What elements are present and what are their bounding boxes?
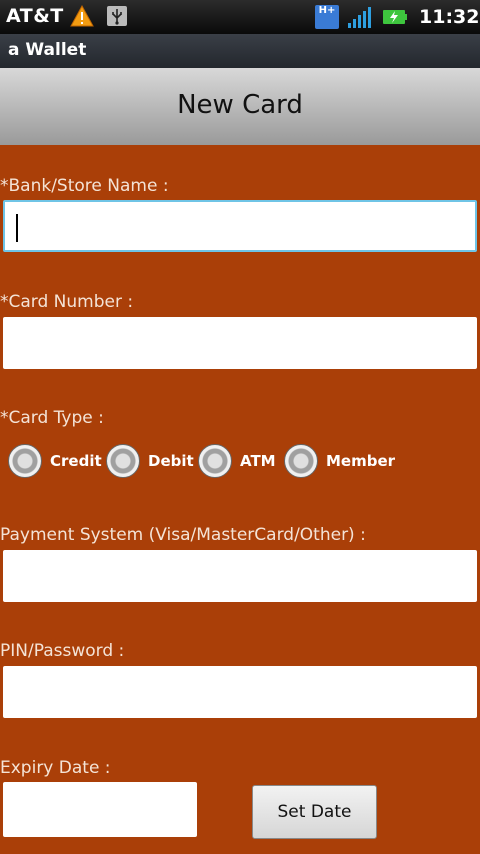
radio-button-icon (8, 444, 42, 478)
battery-charging-icon (383, 10, 407, 24)
bank-name-input[interactable] (3, 200, 477, 252)
card-type-credit-label: Credit (50, 452, 102, 470)
card-type-debit-label: Debit (148, 452, 194, 470)
pin-label: PIN/Password : (0, 641, 125, 661)
radio-button-icon (198, 444, 232, 478)
card-number-label: *Card Number : (0, 292, 134, 312)
signal-icon (348, 7, 371, 28)
radio-button-icon (284, 444, 318, 478)
usb-icon (107, 6, 127, 26)
payment-system-input[interactable] (3, 550, 477, 602)
status-bar: AT&T H+ 11:32 (0, 0, 480, 34)
clock: 11:32 (419, 6, 480, 28)
carrier-name: AT&T (6, 5, 64, 27)
network-type: H+ (318, 5, 336, 16)
bank-name-label: *Bank/Store Name : (0, 176, 169, 196)
page-title: New Card (177, 90, 303, 120)
card-type-member-label: Member (326, 452, 396, 470)
warning-icon (70, 5, 94, 27)
app-title-bar: a Wallet (0, 34, 480, 69)
page-header: New Card (0, 68, 480, 145)
radio-button-icon (106, 444, 140, 478)
card-type-atm-label: ATM (240, 452, 276, 470)
card-type-label: *Card Type : (0, 408, 104, 428)
app-title: a Wallet (8, 40, 87, 60)
card-number-input[interactable] (3, 317, 477, 369)
new-card-form: *Bank/Store Name : *Card Number : *Card … (0, 145, 480, 854)
pin-input[interactable] (3, 666, 477, 718)
set-date-button[interactable]: Set Date (252, 785, 377, 839)
hplus-network-icon: H+ (315, 5, 339, 29)
text-cursor (16, 214, 18, 242)
expiry-date-input[interactable] (3, 782, 197, 837)
payment-system-label: Payment System (Visa/MasterCard/Other) : (0, 525, 366, 545)
expiry-date-label: Expiry Date : (0, 758, 111, 778)
